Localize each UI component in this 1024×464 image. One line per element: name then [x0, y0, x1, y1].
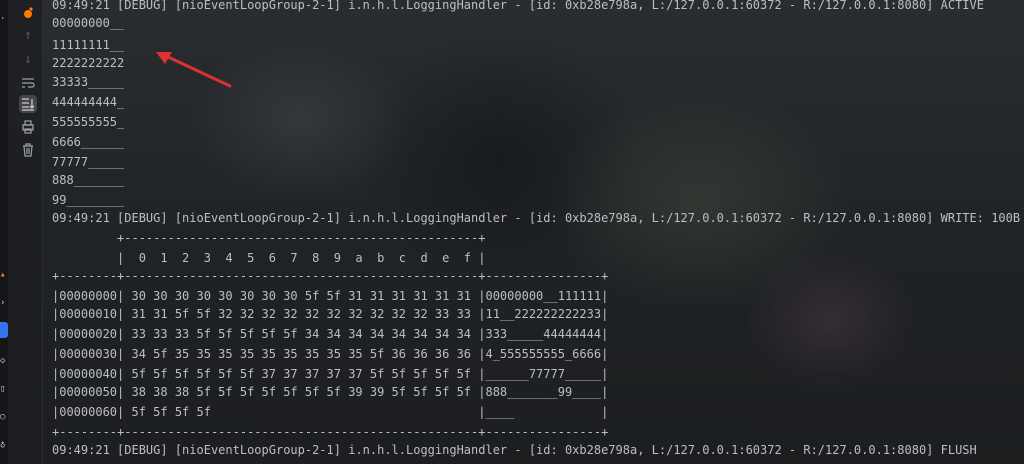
edge-problems-icon[interactable]: ○	[0, 412, 8, 422]
scroll-to-end-icon[interactable]	[19, 95, 37, 113]
edge-dot-icon[interactable]: ·	[0, 14, 8, 24]
console-line: 2222222222	[52, 56, 125, 70]
edge-services-icon[interactable]: ♁	[0, 440, 8, 450]
console-line: 77777_____	[52, 155, 125, 169]
console-line: |00000060| 5f 5f 5f 5f |____ |	[52, 405, 609, 419]
console-line: 09:49:21 [DEBUG] [nioEventLoopGroup-2-1]…	[52, 211, 1021, 225]
annotation-arrow-icon	[156, 52, 232, 88]
edge-git-icon[interactable]: ◇	[0, 356, 8, 366]
console-line: 00000000__	[52, 16, 125, 30]
print-icon[interactable]	[19, 118, 37, 136]
edge-terminal-icon[interactable]: ▯	[0, 384, 8, 394]
console-line: 555555555_	[52, 115, 125, 129]
trash-icon[interactable]	[19, 141, 37, 159]
down-arrow-icon[interactable]: ↓	[19, 50, 37, 68]
console-line: |00000010| 31 31 5f 5f 32 32 32 32 32 32…	[52, 307, 609, 321]
console-line: 6666______	[52, 135, 125, 149]
console-line: 09:49:21 [DEBUG] [nioEventLoopGroup-2-1]…	[52, 443, 977, 457]
left-tool-strip	[0, 0, 8, 464]
console-line: +--------+------------------------------…	[52, 425, 609, 439]
console-line: 444444444_	[52, 95, 125, 109]
console-line: 09:49:21 [DEBUG] [nioEventLoopGroup-2-1]…	[52, 0, 984, 12]
console-line: +--------+------------------------------…	[52, 269, 609, 283]
console-line: +---------------------------------------…	[52, 231, 486, 245]
console-line: |00000040| 5f 5f 5f 5f 5f 5f 37 37 37 37…	[52, 367, 609, 381]
console-line: | 0 1 2 3 4 5 6 7 8 9 a b c d e f |	[52, 251, 486, 265]
up-arrow-icon[interactable]: ↑	[19, 26, 37, 44]
console-line: 33333_____	[52, 75, 125, 89]
edge-active-tool-icon[interactable]	[0, 322, 8, 338]
console-line: |00000020| 33 33 33 5f 5f 5f 5f 5f 34 34…	[52, 327, 609, 341]
console-line: 11111111__	[52, 38, 125, 52]
debug-flame-icon[interactable]	[19, 4, 37, 22]
soft-wrap-icon[interactable]	[19, 74, 37, 92]
console-line: |00000050| 38 38 38 5f 5f 5f 5f 5f 5f 5f…	[52, 385, 609, 399]
console-line: |00000030| 34 5f 35 35 35 35 35 35 35 35…	[52, 347, 609, 361]
console-line: 888_______	[52, 173, 125, 187]
edge-run-icon[interactable]: ›	[0, 298, 8, 308]
edge-bulb-icon[interactable]: ▴	[0, 270, 8, 280]
console-line: |00000000| 30 30 30 30 30 30 30 30 5f 5f…	[52, 289, 609, 303]
console-line: 99________	[52, 193, 125, 207]
